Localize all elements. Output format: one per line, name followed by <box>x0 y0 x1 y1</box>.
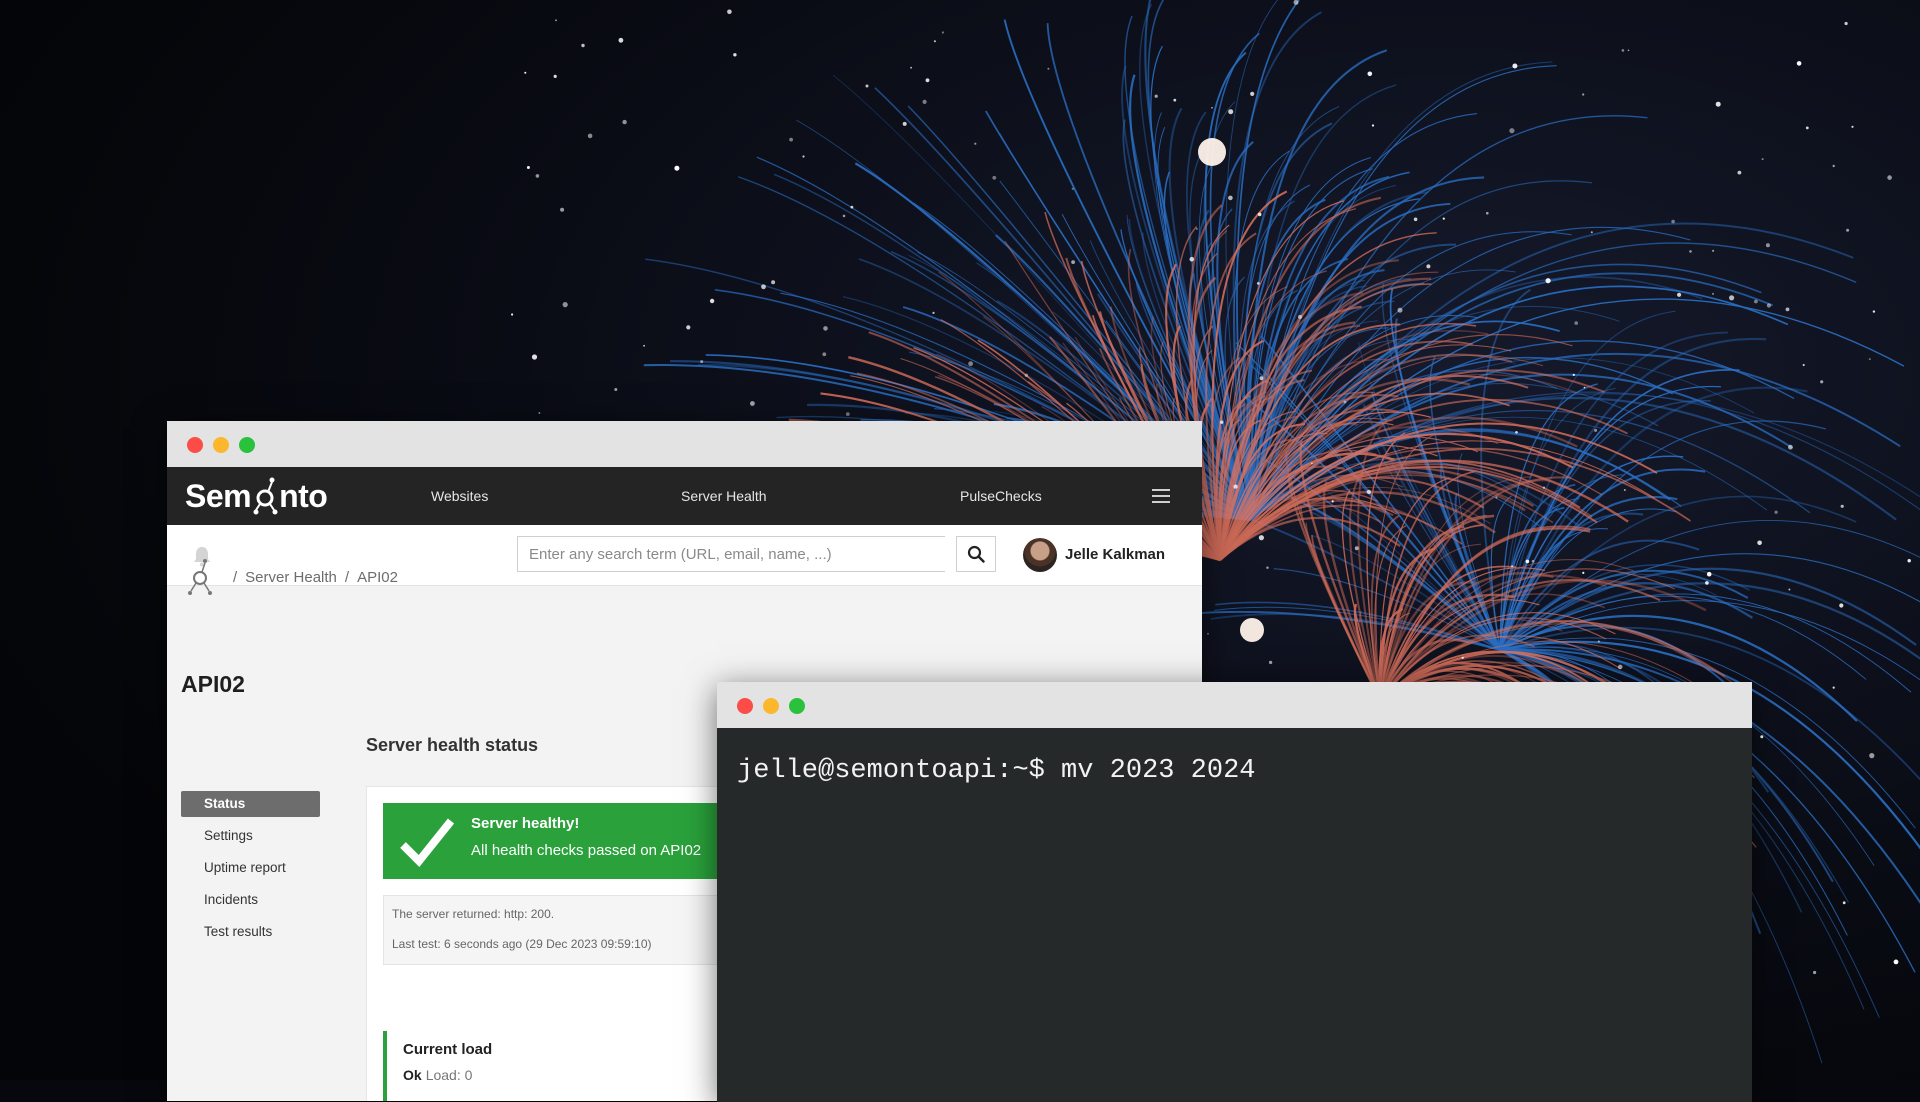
semonto-logo[interactable]: Sem nto <box>185 467 328 525</box>
load-value: Load: 0 <box>425 1067 473 1083</box>
top-navbar: Sem nto Websites Server Health PulseChec… <box>167 467 1202 525</box>
status-panel: Server healthy! All health checks passed… <box>366 786 743 1101</box>
side-menu: Status Settings Uptime report Incidents … <box>181 791 320 951</box>
current-load-status: Ok Load: 0 <box>403 1067 472 1083</box>
network-node-icon <box>253 477 278 515</box>
http-return-text: The server returned: http: 200. <box>392 907 555 921</box>
close-window-button[interactable] <box>737 698 753 714</box>
logo-text-left: Sem <box>185 477 252 514</box>
maximize-window-button[interactable] <box>239 437 255 453</box>
search-button[interactable] <box>956 536 996 572</box>
terminal-titlebar <box>717 682 1752 728</box>
nav-link-websites[interactable]: Websites <box>431 467 488 525</box>
home-network-icon[interactable] <box>183 557 217 597</box>
minimize-window-button[interactable] <box>213 437 229 453</box>
breadcrumb-separator: / <box>344 568 350 586</box>
checkmark-icon <box>400 818 455 867</box>
server-healthy-banner: Server healthy! All health checks passed… <box>383 803 743 879</box>
hamburger-menu-icon[interactable] <box>1152 489 1170 503</box>
side-menu-status[interactable]: Status <box>181 791 320 817</box>
maximize-window-button[interactable] <box>789 698 805 714</box>
status-description: All health checks passed on API02 <box>471 842 702 859</box>
side-menu-settings[interactable]: Settings <box>181 823 320 849</box>
last-test-text: Last test: 6 seconds ago (29 Dec 2023 09… <box>392 937 652 951</box>
terminal-window: jelle@semontoapi:~$ mv 2023 2024 <box>717 682 1752 1102</box>
status-details: The server returned: http: 200. Last tes… <box>383 895 743 965</box>
side-menu-uptime-report[interactable]: Uptime report <box>181 855 320 881</box>
nav-link-server-health[interactable]: Server Health <box>681 467 767 525</box>
terminal-command-line: jelle@semontoapi:~$ mv 2023 2024 <box>737 756 1256 786</box>
breadcrumb-api02[interactable]: API02 <box>357 569 398 586</box>
current-load-title: Current load <box>403 1041 493 1058</box>
browser-titlebar <box>167 421 1202 467</box>
side-menu-test-results[interactable]: Test results <box>181 919 320 945</box>
page-title: API02 <box>181 671 245 697</box>
minimize-window-button[interactable] <box>763 698 779 714</box>
section-title: Server health status <box>366 735 539 755</box>
status-title: Server healthy! <box>471 815 580 832</box>
terminal-body[interactable]: jelle@semontoapi:~$ mv 2023 2024 <box>717 728 1752 1102</box>
nav-link-pulsechecks[interactable]: PulseChecks <box>960 467 1042 525</box>
search-input[interactable] <box>517 536 945 572</box>
breadcrumb-server-health[interactable]: Server Health <box>245 569 337 586</box>
logo-text-right: nto <box>279 477 328 514</box>
current-load-block: Current load Ok Load: 0 <box>383 1031 747 1101</box>
load-status-text: Ok <box>403 1067 422 1083</box>
breadcrumb: / Server Health / API02 <box>183 557 398 597</box>
side-menu-incidents[interactable]: Incidents <box>181 887 320 913</box>
search-icon <box>967 545 985 563</box>
user-avatar[interactable] <box>1023 538 1057 572</box>
breadcrumb-separator: / <box>233 568 238 586</box>
user-name[interactable]: Jelle Kalkman <box>1065 525 1165 585</box>
close-window-button[interactable] <box>187 437 203 453</box>
